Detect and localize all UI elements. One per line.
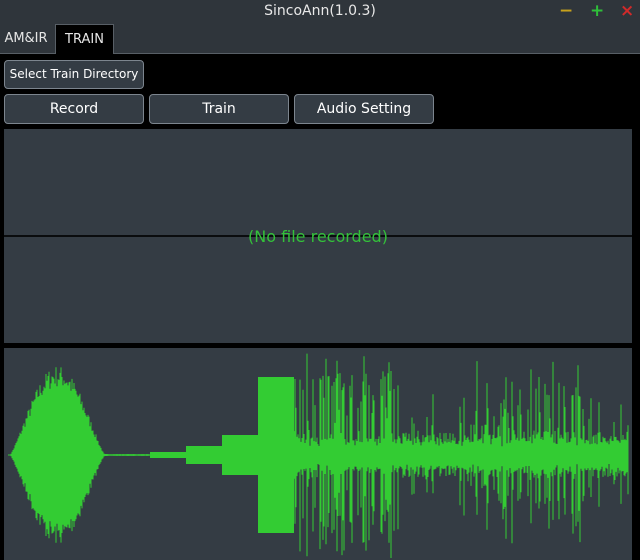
waveform-display — [8, 353, 629, 558]
waveform-trace — [10, 353, 629, 558]
